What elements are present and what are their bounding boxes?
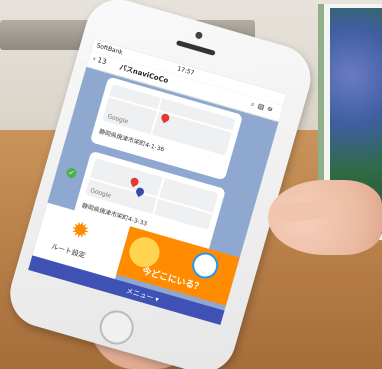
map-pin-icon (134, 186, 146, 198)
map-brand: Google (89, 187, 112, 200)
unread-count: 13 (96, 56, 108, 67)
photo-scene: SoftBank 17:57 ‹ 13 バスnaviCoCo ⌕▤≡ Googl… (0, 0, 382, 369)
list-icon[interactable]: ≡ (266, 105, 277, 115)
gear-icon: ✹ (67, 216, 93, 246)
home-button[interactable] (95, 306, 138, 349)
menu-label: メニュー ▾ (125, 286, 160, 304)
back-button[interactable]: ‹ 13 (92, 55, 108, 67)
earpiece-speaker (175, 40, 216, 56)
check-icon: ✓ (65, 166, 78, 180)
phone-badge-icon (189, 249, 222, 282)
header-icons: ⌕▤≡ (250, 100, 277, 116)
map-pin-icon (129, 176, 140, 188)
front-camera (194, 31, 204, 40)
map-brand: Google (106, 112, 129, 126)
